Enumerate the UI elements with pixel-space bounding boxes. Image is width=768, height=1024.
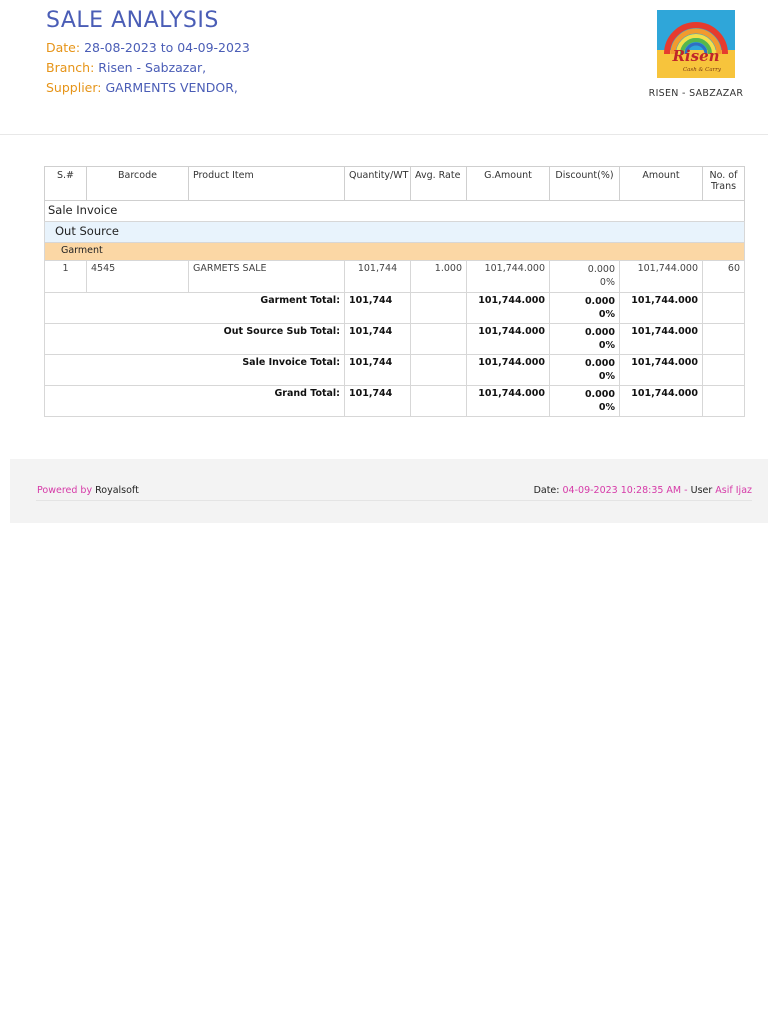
cell-gamount: 101,744.000: [466, 260, 550, 293]
col-gamount: G.Amount: [466, 166, 550, 201]
total-gamount: 101,744.000: [466, 354, 550, 386]
page-title: SALE ANALYSIS: [46, 8, 219, 33]
total-discount: 0.000 0%: [549, 354, 620, 386]
total-qty: 101,744: [344, 292, 411, 324]
total-rate-empty: [410, 385, 467, 417]
total-amount: 101,744.000: [619, 385, 703, 417]
supplier-value: GARMENTS VENDOR,: [105, 80, 238, 95]
total-label: Grand Total:: [44, 385, 345, 417]
total-amount: 101,744.000: [619, 354, 703, 386]
total-trans-empty: [702, 354, 745, 386]
branch-label: Branch:: [46, 60, 95, 75]
total-trans-empty: [702, 323, 745, 355]
total-trans-empty: [702, 292, 745, 324]
col-trans: No. of Trans: [702, 166, 745, 201]
logo-caption: RISEN - SABZAZAR: [648, 88, 744, 99]
footer-user-value: Asif Ijaz: [715, 485, 752, 496]
report-header: SALE ANALYSIS Date: 28-08-2023 to 04-09-…: [0, 0, 768, 135]
total-gamount: 101,744.000: [466, 292, 550, 324]
footer-date-value: 04-09-2023 10:28:35 AM: [562, 485, 682, 496]
svg-text:Cash & Carry: Cash & Carry: [683, 67, 722, 73]
total-label: Garment Total:: [44, 292, 345, 324]
total-discount-pct: 0%: [598, 371, 615, 382]
total-rate-empty: [410, 292, 467, 324]
total-discount-value: 0.000: [584, 389, 615, 400]
table-header-row: S.# Barcode Product Item Quantity/WT Avg…: [44, 166, 745, 201]
table-row: 1 4545 GARMETS SALE 101,744 1.000 101,74…: [44, 260, 745, 293]
total-discount: 0.000 0%: [549, 323, 620, 355]
total-discount: 0.000 0%: [549, 292, 620, 324]
total-row-out-source: Out Source Sub Total: 101,744 101,744.00…: [44, 323, 745, 355]
total-qty: 101,744: [344, 354, 411, 386]
total-qty: 101,744: [344, 323, 411, 355]
footer-separator: -: [681, 485, 691, 496]
total-discount-value: 0.000: [584, 296, 615, 307]
powered-value: Royalsoft: [95, 485, 139, 496]
group-label-sale-invoice: Sale Invoice: [44, 200, 745, 222]
col-amount: Amount: [619, 166, 703, 201]
col-avg-rate: Avg. Rate: [410, 166, 467, 201]
total-discount-pct: 0%: [598, 402, 615, 413]
total-gamount: 101,744.000: [466, 385, 550, 417]
cell-trans: 60: [702, 260, 745, 293]
discount-value: 0.000: [587, 264, 615, 275]
total-discount-value: 0.000: [584, 358, 615, 369]
discount-pct: 0%: [599, 277, 615, 288]
group-row-out-source: Out Source: [44, 221, 745, 243]
cell-amount: 101,744.000: [619, 260, 703, 293]
total-rate-empty: [410, 323, 467, 355]
cell-discount: 0.000 0%: [549, 260, 620, 293]
sale-table: S.# Barcode Product Item Quantity/WT Avg…: [44, 166, 745, 417]
cell-rate: 1.000: [410, 260, 467, 293]
total-discount-value: 0.000: [584, 327, 615, 338]
cell-qty: 101,744: [344, 260, 411, 293]
total-row-grand: Grand Total: 101,744 101,744.000 0.000 0…: [44, 385, 745, 417]
branch-value: Risen - Sabzazar,: [98, 60, 207, 75]
group-row-garment: Garment: [44, 242, 745, 261]
date-value: 28-08-2023 to 04-09-2023: [84, 40, 250, 55]
total-trans-empty: [702, 385, 745, 417]
cell-barcode: 4545: [86, 260, 189, 293]
footer-print-info: Date: 04-09-2023 10:28:35 AM - User Asif…: [534, 485, 752, 496]
company-logo: Risen Cash & Carry: [657, 10, 735, 78]
total-discount: 0.000 0%: [549, 385, 620, 417]
col-sn: S.#: [44, 166, 87, 201]
total-qty: 101,744: [344, 385, 411, 417]
date-label: Date:: [46, 40, 81, 55]
total-discount-pct: 0%: [598, 309, 615, 320]
report-footer: Powered by Royalsoft Date: 04-09-2023 10…: [10, 459, 768, 523]
col-barcode: Barcode: [86, 166, 189, 201]
cell-product: GARMETS SALE: [188, 260, 345, 293]
col-quantity: Quantity/WT: [344, 166, 411, 201]
total-label: Sale Invoice Total:: [44, 354, 345, 386]
total-discount-pct: 0%: [598, 340, 615, 351]
group-row-sale-invoice: Sale Invoice: [44, 200, 745, 222]
total-row-garment: Garment Total: 101,744 101,744.000 0.000…: [44, 292, 745, 324]
powered-by: Powered by Royalsoft: [37, 485, 139, 496]
total-amount: 101,744.000: [619, 292, 703, 324]
date-range: Date: 28-08-2023 to 04-09-2023: [46, 40, 250, 55]
rainbow-logo-icon: Risen Cash & Carry: [657, 10, 735, 78]
footer-user-label: User: [690, 485, 713, 496]
total-gamount: 101,744.000: [466, 323, 550, 355]
total-label: Out Source Sub Total:: [44, 323, 345, 355]
col-discount: Discount(%): [549, 166, 620, 201]
supplier-label: Supplier:: [46, 80, 102, 95]
total-row-sale-invoice: Sale Invoice Total: 101,744 101,744.000 …: [44, 354, 745, 386]
footer-date-label: Date:: [533, 485, 560, 496]
col-product: Product Item: [188, 166, 345, 201]
footer-divider: [36, 500, 752, 501]
total-rate-empty: [410, 354, 467, 386]
total-amount: 101,744.000: [619, 323, 703, 355]
cell-sn: 1: [44, 260, 87, 293]
group-label-garment: Garment: [44, 242, 745, 261]
supplier: Supplier: GARMENTS VENDOR,: [46, 80, 238, 95]
svg-text:Risen: Risen: [671, 47, 719, 65]
powered-label: Powered by: [37, 485, 93, 496]
branch: Branch: Risen - Sabzazar,: [46, 60, 206, 75]
group-label-out-source: Out Source: [44, 221, 745, 243]
